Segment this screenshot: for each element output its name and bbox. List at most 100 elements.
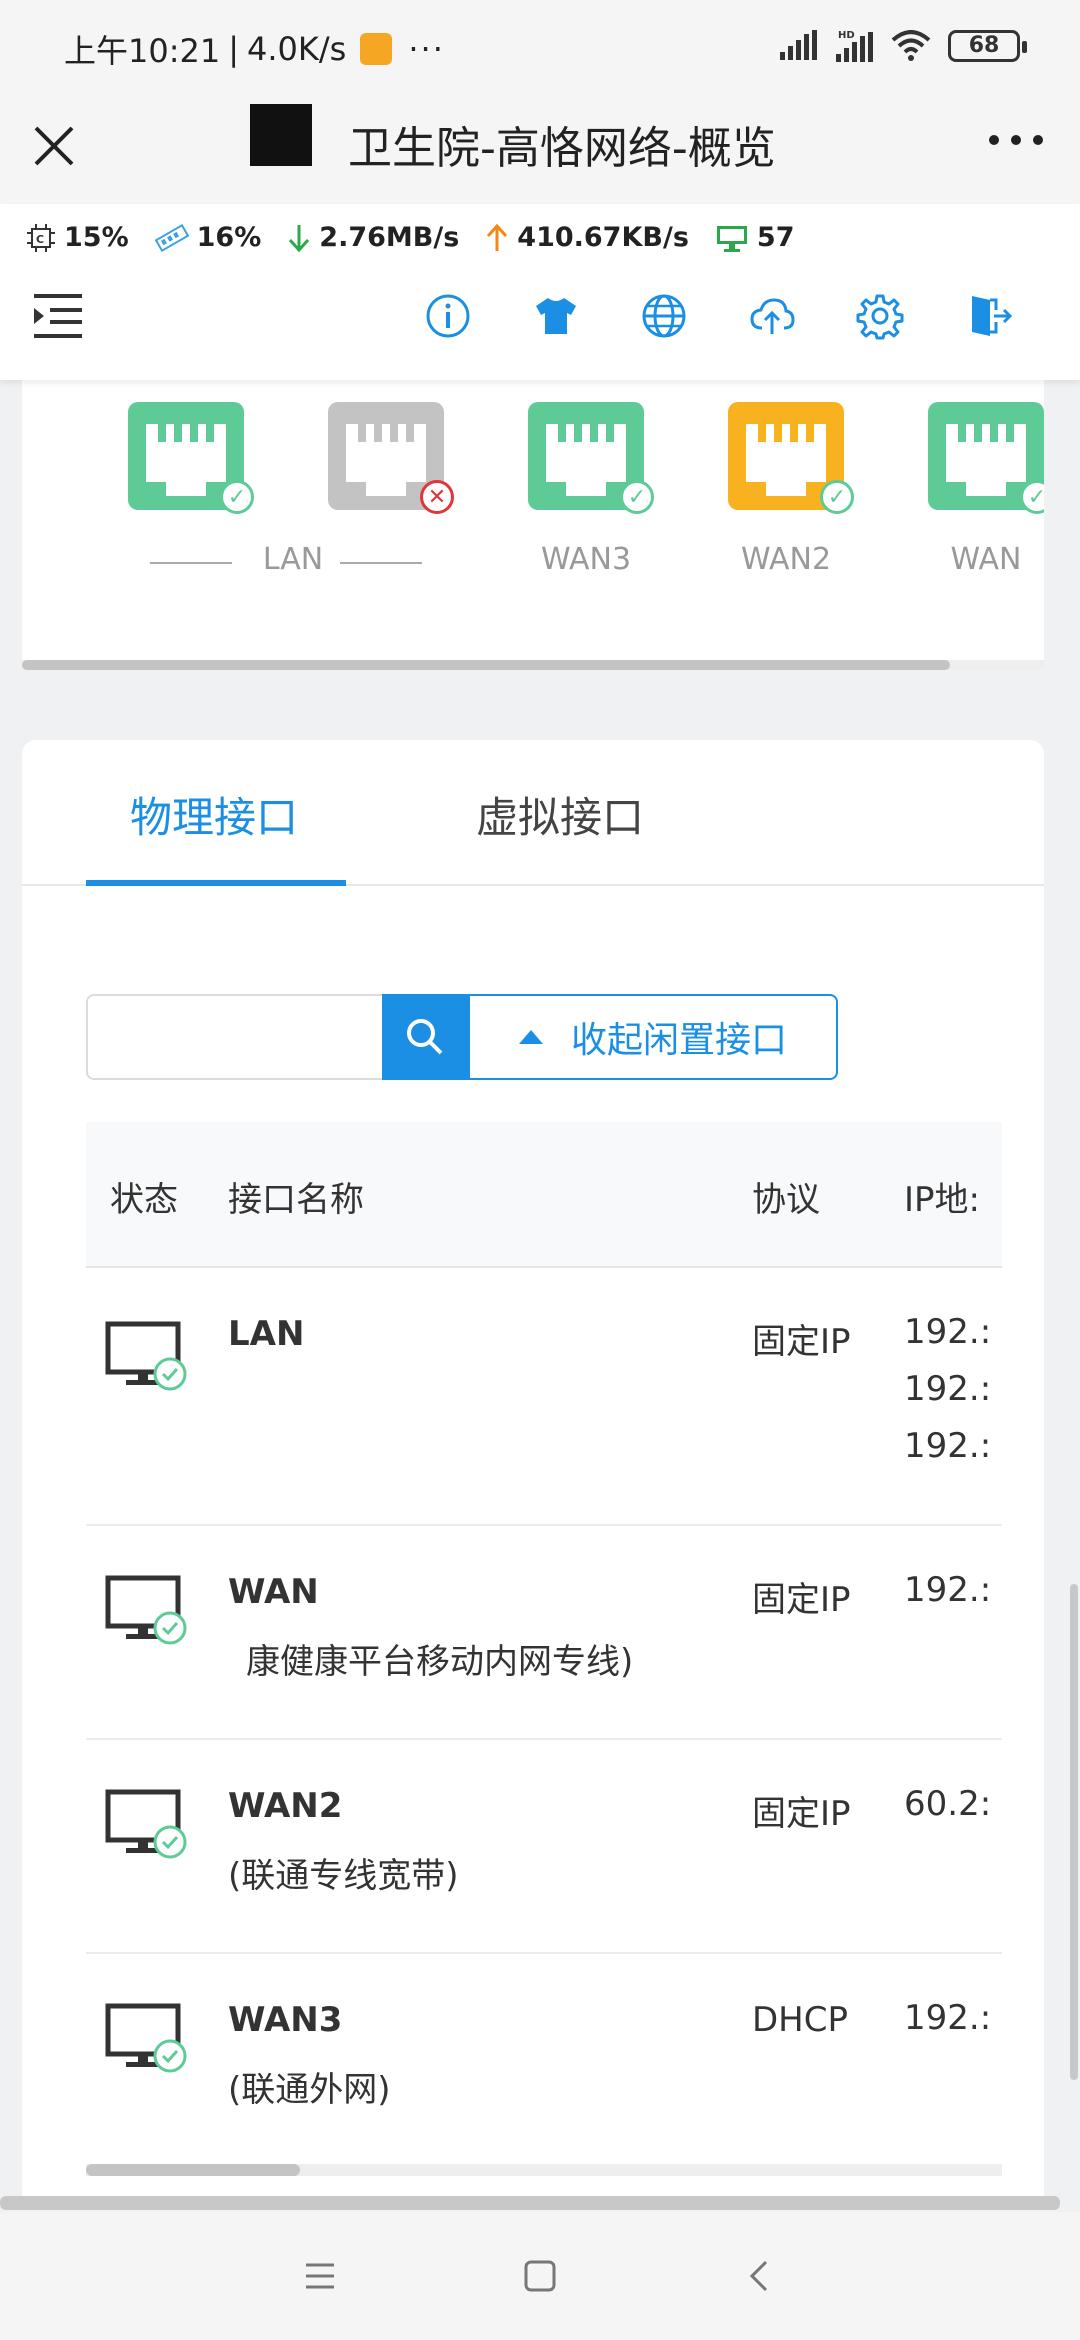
- port-wan3[interactable]: ✓: [528, 402, 654, 514]
- system-stats: C 15% 16% 2.76MB/s 410.67KB/s 57: [26, 222, 794, 253]
- network-button[interactable]: [636, 288, 692, 344]
- wifi-icon: [891, 30, 931, 61]
- clients-monitor-icon: [716, 225, 747, 252]
- cpu-icon: C: [27, 223, 55, 252]
- upgrade-button[interactable]: [744, 288, 800, 344]
- caret-up-icon: [518, 1030, 543, 1044]
- interface-description: (联通外网): [228, 2070, 391, 2110]
- memory-value: 16%: [196, 222, 262, 253]
- lan-group-line-right: [340, 562, 422, 564]
- status-time: 上午10:21: [64, 32, 221, 70]
- interface-ip: 192.: 192.: 192.:: [904, 1304, 991, 1475]
- header-ip: IP地:: [904, 1180, 980, 1220]
- system-nav-bar: [0, 2212, 1080, 2340]
- interface-tabs: 物理接口 虚拟接口: [22, 740, 1044, 886]
- table-horizontal-scrollbar[interactable]: [86, 2164, 1002, 2176]
- page-title: 卫生院-高恪网络-概览: [348, 123, 776, 174]
- toolbar-icons: [420, 288, 1016, 344]
- info-icon: [426, 294, 470, 338]
- app-toolbar: C 15% 16% 2.76MB/s 410.67KB/s 57: [0, 204, 1080, 380]
- check-badge-icon: ✓: [620, 480, 654, 514]
- scrollbar-thumb[interactable]: [86, 2164, 300, 2176]
- cpu-value: 15%: [64, 222, 129, 253]
- close-icon[interactable]: [28, 114, 80, 174]
- port-wan[interactable]: ✓: [928, 402, 1044, 514]
- interface-search-input[interactable]: [86, 994, 382, 1080]
- ip-line: 192.:: [904, 1426, 992, 1466]
- interface-description: 康健康平台移动内网专线): [246, 1642, 634, 1682]
- hd-signal-icon: HD: [836, 30, 873, 62]
- ip-line: 192.:: [904, 1570, 992, 1610]
- settings-button[interactable]: [852, 288, 908, 344]
- interface-ip: 192.:: [904, 1990, 991, 2047]
- status-separator: |: [228, 30, 240, 68]
- search-button[interactable]: [382, 994, 468, 1080]
- svg-text:C: C: [36, 233, 44, 246]
- theme-button[interactable]: [528, 288, 584, 344]
- upload-arrow-icon: [487, 223, 508, 251]
- ip-line: 192.:: [904, 1312, 992, 1352]
- table-row[interactable]: WAN2 (联通专线宽带) 固定IP 60.2:: [86, 1740, 1002, 1954]
- port-down[interactable]: ✕: [328, 402, 454, 514]
- monitor-status-icon: [105, 1789, 187, 1859]
- status-right: HD 68: [778, 28, 1027, 64]
- globe-icon: [642, 294, 686, 338]
- page-bottom-scrollbar[interactable]: [0, 2196, 1060, 2210]
- status-more-dots: ···: [408, 30, 445, 68]
- table-header: 状态 接口名称 协议 IP地:: [86, 1122, 1002, 1268]
- interface-name: WAN3: [228, 2000, 343, 2040]
- interfaces-table: 状态 接口名称 协议 IP地: LAN 固定IP 192.: 192.: 192…: [86, 1122, 1002, 2180]
- tab-physical-interfaces[interactable]: 物理接口: [130, 784, 298, 845]
- memory-icon: [154, 223, 189, 252]
- port-label-wan3: WAN3: [540, 542, 632, 577]
- site-avatar: [250, 104, 312, 166]
- collapse-idle-label: 收起闲置接口: [570, 1020, 787, 1061]
- interfaces-card: 物理接口 虚拟接口 收起闲置接口 状态 接口名称 协议 IP地: LAN 固定I…: [22, 740, 1044, 2210]
- home-square-icon: [524, 2260, 556, 2292]
- gear-icon: [856, 294, 904, 340]
- table-row[interactable]: WAN 康健康平台移动内网专线) 固定IP 192.:: [86, 1526, 1002, 1740]
- check-badge-icon: ✓: [220, 480, 254, 514]
- interface-ip: 192.:: [904, 1562, 991, 1619]
- tshirt-icon: [536, 298, 576, 334]
- nav-home-button[interactable]: [510, 2246, 570, 2306]
- port-lan[interactable]: ✓: [128, 402, 254, 514]
- cloud-upload-icon: [750, 298, 795, 334]
- download-speed: 2.76MB/s: [319, 222, 460, 253]
- tab-virtual-interfaces[interactable]: 虚拟接口: [476, 784, 644, 845]
- interface-protocol: 固定IP: [752, 1580, 851, 1620]
- table-row[interactable]: LAN 固定IP 192.: 192.: 192.:: [86, 1268, 1002, 1526]
- interface-description: (联通专线宽带): [228, 1856, 459, 1896]
- table-row[interactable]: WAN3 (联通外网) DHCP 192.:: [86, 1954, 1002, 2168]
- info-button[interactable]: [420, 288, 476, 344]
- monitor-status-icon: [105, 1575, 187, 1645]
- status-bar: 上午10:21 | 4.0K/s ··· HD 68: [0, 0, 1080, 84]
- error-badge-icon: ✕: [420, 480, 454, 514]
- interface-search-bar: 收起闲置接口: [86, 994, 838, 1080]
- header-status: 状态: [110, 1180, 178, 1220]
- port-label-wan: WAN: [950, 542, 1022, 577]
- ports-horizontal-scrollbar[interactable]: [22, 660, 1044, 670]
- search-icon: [407, 1019, 443, 1055]
- download-arrow-icon: [289, 224, 310, 252]
- interface-name: LAN: [228, 1314, 305, 1354]
- ports-overview-card: ✓ ✕ ✓ ✓ ✓ LAN WAN3 WAN2 WAN: [22, 380, 1044, 670]
- notification-app-icon: [360, 33, 393, 65]
- menu-toggle-icon[interactable]: [30, 290, 86, 340]
- page-vertical-scrollbar[interactable]: [1070, 1584, 1078, 2080]
- menu-icon: [306, 2263, 334, 2289]
- nav-menu-button[interactable]: [290, 2246, 350, 2306]
- scrollbar-thumb[interactable]: [22, 660, 950, 670]
- monitor-status-icon: [105, 1321, 187, 1391]
- port-wan2[interactable]: ✓: [728, 402, 854, 514]
- interface-name: WAN2: [228, 1786, 343, 1826]
- logout-button[interactable]: [960, 288, 1016, 344]
- lan-group-line-left: [150, 562, 232, 564]
- more-options-icon[interactable]: [986, 128, 1046, 152]
- ip-line: 60.2:: [904, 1784, 992, 1824]
- nav-back-button[interactable]: [730, 2246, 790, 2306]
- collapse-idle-interfaces-button[interactable]: 收起闲置接口: [468, 994, 838, 1080]
- check-badge-icon: ✓: [820, 480, 854, 514]
- header-protocol: 协议: [752, 1180, 820, 1220]
- monitor-status-icon: [105, 2003, 187, 2073]
